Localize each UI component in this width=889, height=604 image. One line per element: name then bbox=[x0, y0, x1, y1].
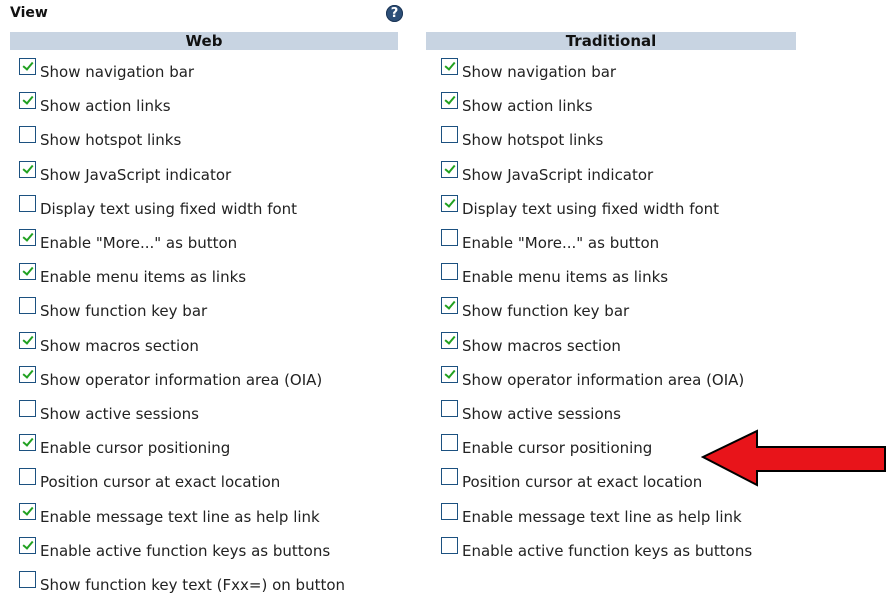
checkbox-checked[interactable] bbox=[19, 536, 36, 554]
checkbox-checked[interactable] bbox=[441, 297, 458, 315]
option-label: Show action links bbox=[462, 97, 593, 116]
option-label: Show active sessions bbox=[40, 405, 199, 423]
checkbox-unchecked[interactable] bbox=[441, 126, 458, 144]
checkbox-unchecked[interactable] bbox=[441, 400, 458, 417]
checkbox-checked[interactable] bbox=[441, 58, 458, 75]
option-label: Show hotspot links bbox=[40, 131, 182, 150]
checkbox-checked[interactable] bbox=[19, 229, 36, 246]
checkbox-checked[interactable] bbox=[19, 58, 36, 75]
option-label: Show action links bbox=[40, 97, 171, 116]
option-label: Enable cursor positioning bbox=[40, 439, 231, 458]
checkbox-checked[interactable] bbox=[441, 331, 458, 349]
red-arrow-icon bbox=[701, 429, 886, 487]
checkbox-unchecked[interactable] bbox=[19, 571, 36, 588]
help-icon[interactable]: ? bbox=[386, 5, 403, 22]
option-label: Position cursor at exact location bbox=[40, 473, 281, 492]
option-label: Enable menu items as links bbox=[462, 268, 669, 287]
checkbox-unchecked[interactable] bbox=[441, 434, 458, 452]
option-label: Show JavaScript indicator bbox=[40, 165, 232, 184]
option-label: Show macros section bbox=[462, 336, 621, 355]
checkbox-unchecked[interactable] bbox=[19, 468, 36, 486]
checkbox-unchecked[interactable] bbox=[441, 536, 458, 554]
view-title: View bbox=[10, 5, 48, 21]
checkbox-checked[interactable] bbox=[441, 365, 458, 383]
checkbox-checked[interactable] bbox=[19, 365, 36, 383]
checkbox-checked[interactable] bbox=[441, 194, 458, 212]
checkbox-checked[interactable] bbox=[19, 434, 36, 452]
option-label: Show macros section bbox=[40, 336, 199, 355]
checkbox-unchecked[interactable] bbox=[19, 126, 36, 144]
option-label: Enable active function keys as buttons bbox=[40, 541, 331, 560]
option-label: Show function key bar bbox=[40, 302, 208, 321]
option-label: Enable menu items as links bbox=[40, 268, 247, 287]
checkbox-unchecked[interactable] bbox=[441, 502, 458, 520]
option-label: Show operator information area (OIA) bbox=[462, 370, 745, 389]
option-label: Show function key text (Fxx=) on button bbox=[40, 576, 346, 594]
checkbox-unchecked[interactable] bbox=[19, 194, 36, 212]
option-label: Position cursor at exact location bbox=[462, 473, 703, 492]
option-label: Enable message text line as help link bbox=[462, 507, 742, 526]
checkbox-checked[interactable] bbox=[441, 92, 458, 110]
checkbox-unchecked[interactable] bbox=[19, 297, 36, 315]
option-label: Show navigation bar bbox=[40, 63, 195, 81]
web-column-header: Web bbox=[10, 32, 398, 50]
option-label: Enable cursor positioning bbox=[462, 439, 653, 458]
checkbox-checked[interactable] bbox=[19, 502, 36, 520]
option-label: Show function key bar bbox=[462, 302, 630, 321]
option-label: Enable "More..." as button bbox=[462, 234, 660, 252]
option-label: Show hotspot links bbox=[462, 131, 604, 150]
checkbox-unchecked[interactable] bbox=[19, 400, 36, 417]
option-label: Enable active function keys as buttons bbox=[462, 541, 753, 560]
checkbox-unchecked[interactable] bbox=[441, 263, 458, 281]
checkbox-checked[interactable] bbox=[19, 92, 36, 110]
option-label: Enable message text line as help link bbox=[40, 507, 320, 526]
checkbox-unchecked[interactable] bbox=[441, 229, 458, 246]
option-label: Show active sessions bbox=[462, 405, 621, 423]
traditional-column-header: Traditional bbox=[426, 32, 796, 50]
option-label: Enable "More..." as button bbox=[40, 234, 238, 252]
checkbox-checked[interactable] bbox=[19, 160, 36, 178]
option-label: Show navigation bar bbox=[462, 63, 617, 81]
option-label: Show operator information area (OIA) bbox=[40, 370, 323, 389]
checkbox-checked[interactable] bbox=[19, 263, 36, 281]
checkbox-checked[interactable] bbox=[19, 331, 36, 349]
option-label: Show JavaScript indicator bbox=[462, 165, 654, 184]
option-label: Display text using fixed width font bbox=[40, 199, 298, 218]
checkbox-unchecked[interactable] bbox=[441, 468, 458, 486]
checkbox-checked[interactable] bbox=[441, 160, 458, 178]
option-label: Display text using fixed width font bbox=[462, 199, 720, 218]
